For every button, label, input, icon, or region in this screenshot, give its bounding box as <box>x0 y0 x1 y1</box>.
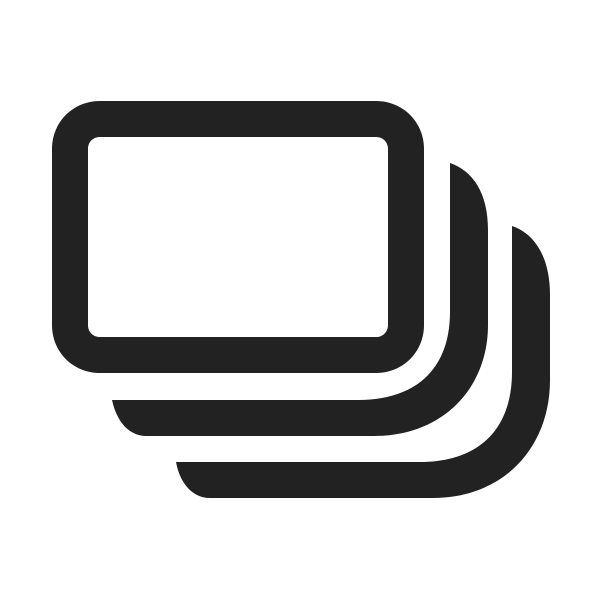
front-card <box>52 101 424 373</box>
middle-card-edge <box>112 163 488 436</box>
stacked-slides-icon <box>52 101 550 498</box>
icon-canvas <box>0 0 600 600</box>
